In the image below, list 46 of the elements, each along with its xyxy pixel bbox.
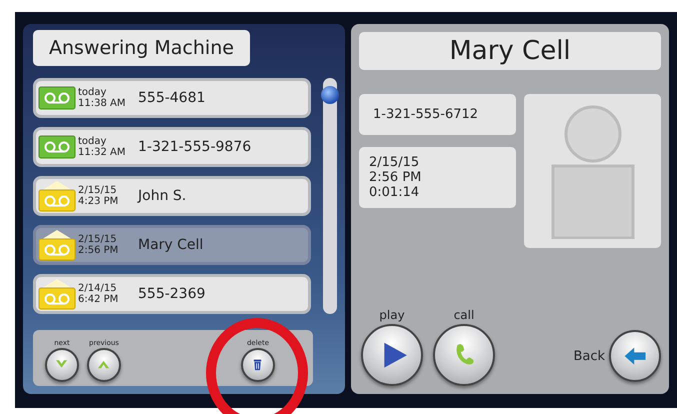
back-button[interactable] xyxy=(609,330,661,382)
play-icon xyxy=(384,342,407,368)
message-date: today xyxy=(78,87,108,98)
arrow-left-icon xyxy=(624,347,646,365)
scrollbar[interactable] xyxy=(323,78,337,314)
list-title: Answering Machine xyxy=(33,30,250,66)
caller-name: Mary Cell xyxy=(138,237,204,253)
message-row[interactable]: 2/15/15 4:23 PM John S. xyxy=(33,176,312,216)
scroll-thumb[interactable] xyxy=(321,86,340,104)
voicemail-icon xyxy=(38,278,76,310)
contact-name: Mary Cell xyxy=(359,32,661,70)
trash-icon xyxy=(254,360,262,371)
chevron-down-icon xyxy=(56,360,68,368)
message-date: 2/15/15 xyxy=(78,234,118,245)
message-date: today xyxy=(78,136,108,147)
voicemail-icon xyxy=(38,180,76,212)
message-row[interactable]: 2/15/15 2:56 PM Mary Cell xyxy=(33,225,312,265)
message-time: 11:38 AM xyxy=(78,98,126,109)
message-date: 2/14/15 xyxy=(78,283,118,294)
voicemail-icon xyxy=(38,135,76,159)
phone-icon xyxy=(456,344,474,364)
call-button[interactable] xyxy=(433,324,495,386)
phone-number: 1-321-555-6712 xyxy=(359,94,516,135)
button-label: call xyxy=(454,308,474,322)
previous-button[interactable] xyxy=(87,348,121,382)
message-row[interactable]: today 11:32 AM 1-321-555-9876 xyxy=(33,127,312,167)
next-button[interactable] xyxy=(45,348,79,382)
caller-name: 1-321-555-9876 xyxy=(138,139,252,155)
message-info: 2/15/15 2:56 PM 0:01:14 xyxy=(359,147,516,208)
message-time: 11:32 AM xyxy=(78,147,126,158)
delete-button[interactable] xyxy=(241,348,275,382)
message-time: 6:42 PM xyxy=(78,294,120,305)
message-row[interactable]: today 11:38 AM 555-4681 xyxy=(33,78,312,118)
voicemail-icon xyxy=(38,86,76,110)
message-time: 2:56 PM xyxy=(78,245,120,256)
play-button[interactable] xyxy=(361,324,423,386)
message-date: 2/15/15 xyxy=(78,185,118,196)
caller-name: John S. xyxy=(138,188,186,204)
message-time: 4:23 PM xyxy=(78,196,120,207)
button-label: Back xyxy=(573,348,605,364)
caller-name: 555-4681 xyxy=(138,90,206,106)
chevron-up-icon xyxy=(98,361,110,369)
caller-name: 555-2369 xyxy=(138,286,206,302)
message-row[interactable]: 2/14/15 6:42 PM 555-2369 xyxy=(33,274,312,314)
voicemail-icon xyxy=(38,229,76,261)
button-label: play xyxy=(379,308,405,322)
